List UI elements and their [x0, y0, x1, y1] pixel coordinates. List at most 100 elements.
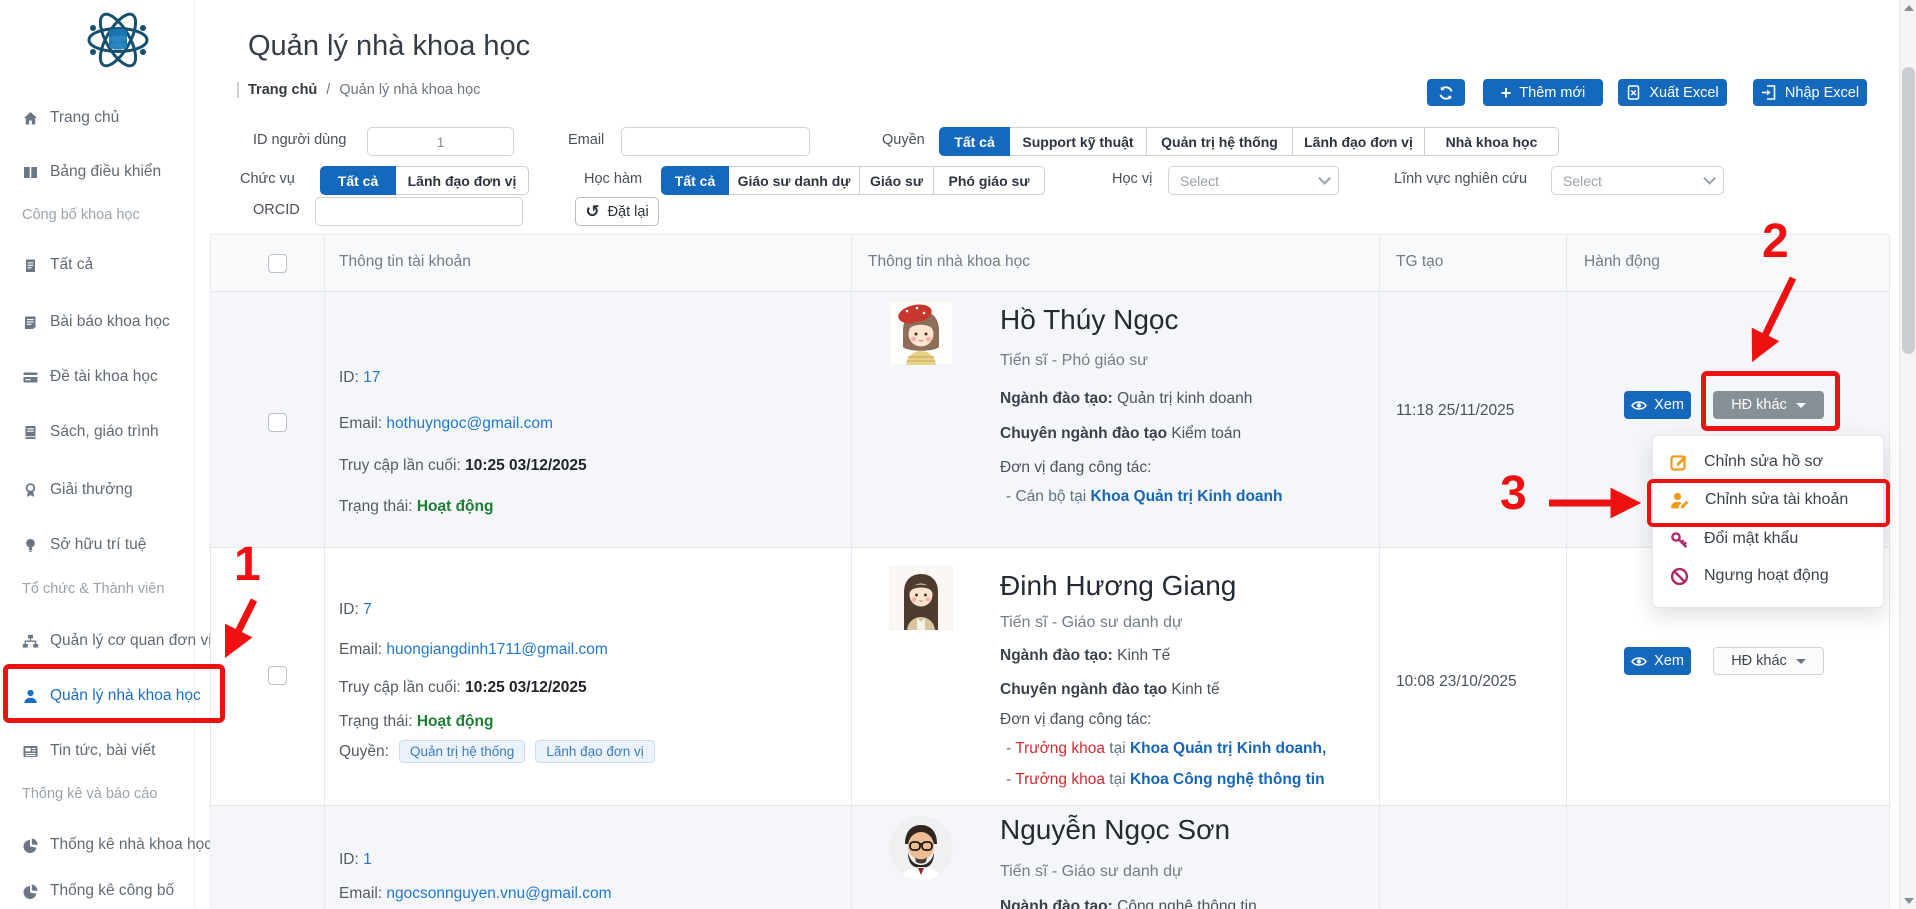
sidebar-item-home[interactable]: Trang chủ [22, 105, 192, 131]
degree-select[interactable]: Select [1168, 166, 1339, 195]
ban-icon [1670, 567, 1689, 586]
breadcrumb-separator: / [326, 82, 330, 98]
add-new-button[interactable]: + Thêm mới [1483, 79, 1603, 106]
sidebar-item-label: Tin tức, bài viết [50, 742, 155, 760]
refresh-button[interactable] [1427, 79, 1465, 106]
more-actions-button[interactable]: HĐ khác [1713, 647, 1824, 675]
reset-icon: ↺ [585, 203, 599, 220]
role-option-support[interactable]: Support kỹ thuật [1009, 127, 1147, 156]
avatar [889, 566, 953, 630]
user-id-input[interactable] [367, 127, 514, 156]
status-badge: Hoạt động [417, 713, 494, 730]
annotation-step-1: 1 [234, 541, 261, 589]
id-value[interactable]: 7 [363, 601, 372, 618]
last-access-label: Truy cập lần cuối: [339, 457, 461, 474]
eye-icon [1631, 399, 1647, 412]
major-value: Kinh Tế [1117, 647, 1170, 664]
specialty-value: Kiểm toán [1171, 425, 1241, 442]
orcid-input[interactable] [315, 197, 523, 226]
sidebar-item-manage-units[interactable]: Quản lý cơ quan đơn vị [22, 628, 192, 654]
sidebar-item-articles[interactable]: Bài báo khoa học [22, 309, 192, 335]
scrollbar-thumb[interactable] [1902, 67, 1915, 354]
role-option-admin[interactable]: Quản trị hệ thống [1146, 127, 1293, 156]
table-row: ID: 7 Email: huongiangdinh1711@gmail.com… [211, 548, 1889, 806]
pie-chart-icon [22, 883, 39, 900]
roles-label: Quyền: [339, 743, 389, 761]
app-logo-atom-icon [85, 6, 151, 74]
menu-item-label: Chỉnh sửa hồ sơ [1704, 453, 1823, 471]
menu-item-change-password[interactable]: Đổi mật khẩu [1653, 521, 1885, 557]
rank-toggle-group: Tất cả Giáo sư danh dự Giáo sư Phó giáo … [661, 166, 1045, 195]
key-icon [1670, 530, 1689, 549]
id-value[interactable]: 1 [363, 851, 372, 868]
row-checkbox[interactable] [268, 413, 287, 432]
export-excel-button[interactable]: Xuất Excel [1618, 79, 1727, 106]
scientist-name[interactable]: Đinh Hương Giang [1000, 570, 1236, 602]
sidebar-item-intellectual-property[interactable]: Sở hữu trí tuệ [22, 532, 192, 558]
menu-item-deactivate[interactable]: Ngưng hoạt động [1653, 558, 1885, 594]
sidebar-item-all-publications[interactable]: Tất cả [22, 252, 192, 278]
more-actions-button[interactable]: HĐ khác [1713, 391, 1824, 419]
sidebar-item-awards[interactable]: Giải thưởng [22, 477, 192, 503]
role-option-unit-leader[interactable]: Lãnh đạo đơn vị [1292, 127, 1425, 156]
sidebar-item-books[interactable]: Sách, giáo trình [22, 419, 192, 445]
table-row: ID: 17 Email: hothuyngoc@gmail.com Truy … [211, 292, 1889, 548]
sidebar-item-news[interactable]: Tin tức, bài viết [22, 738, 192, 764]
specialty-value: Kinh tế [1171, 681, 1219, 698]
email-link[interactable]: hothuyngoc@gmail.com [386, 415, 553, 432]
research-field-select[interactable]: Select [1551, 166, 1724, 195]
role-option-all[interactable]: Tất cả [939, 127, 1010, 156]
sidebar-item-manage-scientists[interactable]: Quản lý nhà khoa học [22, 683, 192, 709]
role-option-scientist[interactable]: Nhà khoa học [1424, 127, 1559, 156]
view-button[interactable]: Xem [1624, 647, 1691, 675]
reset-filters-button[interactable]: ↺ Đặt lại [575, 197, 659, 226]
scientist-name[interactable]: Hồ Thúy Ngọc [1000, 304, 1178, 336]
page-title: Quản lý nhà khoa học [248, 30, 530, 63]
avatar [889, 816, 953, 880]
column-header-actions: Hành động [1584, 253, 1660, 271]
role-toggle-group: Tất cả Support kỹ thuật Quản trị hệ thốn… [939, 127, 1559, 156]
email-link[interactable]: ngocsonnguyen.vnu@gmail.com [386, 885, 611, 902]
import-excel-button[interactable]: Nhập Excel [1753, 79, 1867, 106]
breadcrumb-home[interactable]: Trang chủ [248, 82, 317, 98]
menu-item-label: Chỉnh sửa tài khoản [1705, 491, 1848, 509]
sidebar-section-statistics: Thống kê và báo cáo [22, 786, 192, 808]
sidebar-item-publication-stats[interactable]: Thống kê công bố [22, 878, 192, 904]
rank-option-associate-professor[interactable]: Phó giáo sư [933, 166, 1045, 195]
rank-option-professor[interactable]: Giáo sư [859, 166, 934, 195]
unit-org-link[interactable]: Khoa Quản trị Kinh doanh [1090, 488, 1282, 505]
sidebar-item-projects[interactable]: Đề tài khoa học [22, 364, 192, 390]
vertical-scrollbar[interactable] [1899, 0, 1916, 909]
menu-item-edit-profile[interactable]: Chỉnh sửa hồ sơ [1653, 444, 1885, 480]
position-option-all[interactable]: Tất cả [320, 166, 396, 195]
scientist-icon [22, 688, 39, 705]
award-icon [22, 482, 39, 499]
rank-option-all[interactable]: Tất cả [661, 166, 729, 195]
rank-option-honorary-professor[interactable]: Giáo sư danh dự [728, 166, 860, 195]
sidebar-item-label: Bài báo khoa học [50, 313, 170, 331]
unit-role: Trưởng khoa [1015, 740, 1105, 757]
sidebar-item-label: Sở hữu trí tuệ [50, 536, 146, 554]
select-all-checkbox[interactable] [268, 254, 287, 273]
last-access-label: Truy cập lần cuối: [339, 679, 461, 696]
position-option-unit-leader[interactable]: Lãnh đạo đơn vị [395, 166, 529, 195]
column-divider [324, 235, 325, 909]
unit-org-link[interactable]: Khoa Quản trị Kinh doanh [1130, 740, 1322, 757]
filter-field-label: Lĩnh vực nghiên cứu [1394, 171, 1527, 187]
email-input[interactable] [621, 127, 810, 156]
scientist-name[interactable]: Nguyễn Ngọc Sơn [1000, 814, 1230, 846]
scroll-down-arrow-icon[interactable] [1904, 898, 1914, 904]
menu-item-edit-account[interactable]: Chỉnh sửa tài khoản [1653, 482, 1885, 518]
home-icon [22, 110, 39, 127]
email-link[interactable]: huongiangdinh1711@gmail.com [386, 641, 607, 658]
scroll-up-arrow-icon[interactable] [1904, 5, 1914, 11]
specialty-label: Chuyên ngành đào tạo [1000, 681, 1167, 698]
id-value[interactable]: 17 [363, 369, 380, 386]
row-checkbox[interactable] [268, 666, 287, 685]
unit-role: Cán bộ [1015, 488, 1065, 505]
sidebar-item-scientist-stats[interactable]: Thống kê nhà khoa học [22, 832, 192, 858]
view-button[interactable]: Xem [1624, 391, 1691, 419]
plus-icon: + [1501, 84, 1512, 102]
sidebar-item-dashboard[interactable]: Bảng điều khiển [22, 159, 192, 185]
unit-org-link[interactable]: Khoa Công nghệ thông tin [1130, 771, 1325, 788]
